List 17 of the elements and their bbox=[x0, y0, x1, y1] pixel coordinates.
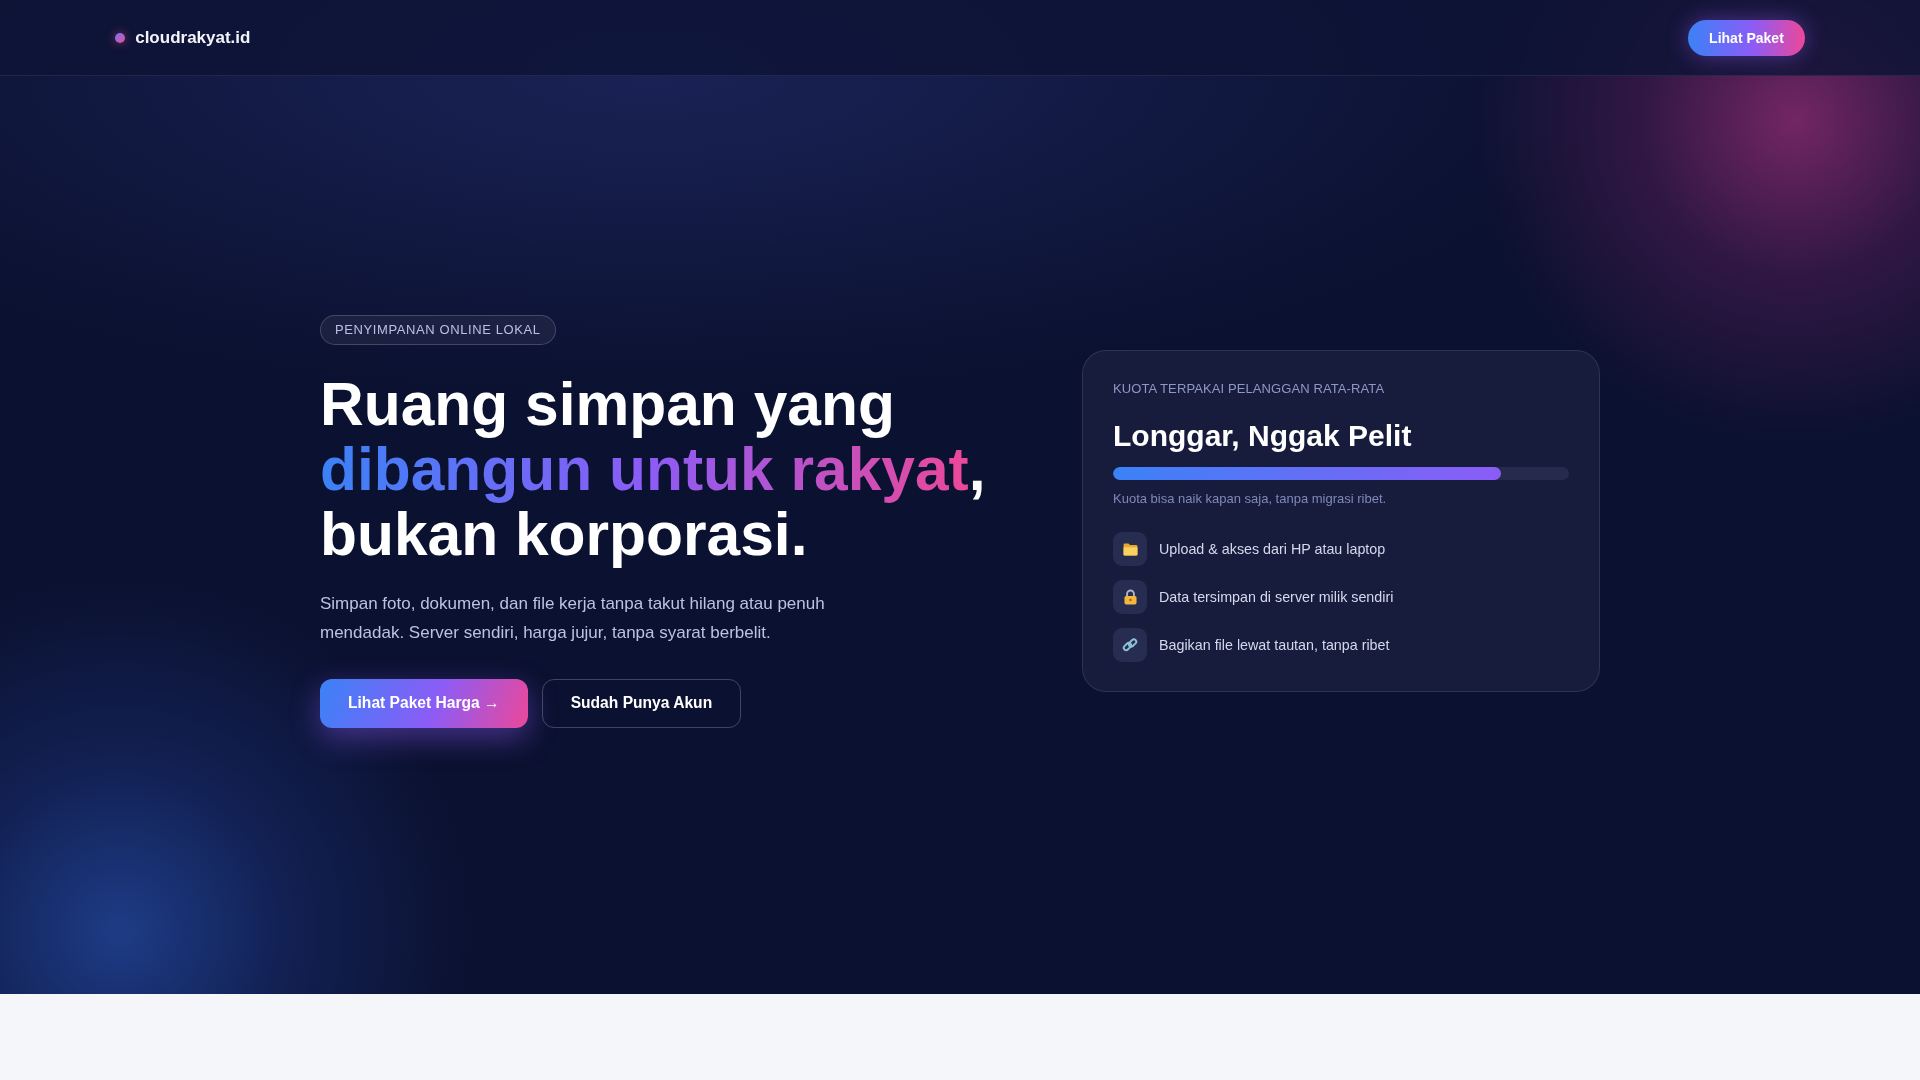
category-tag: PENYIMPANAN ONLINE LOKAL bbox=[320, 314, 556, 345]
hero-heading: Ruang simpan yang dibangun untuk rakyat, bukan korporasi. bbox=[320, 371, 986, 567]
card-label: KUOTA TERPAKAI PELANGGAN RATA-RATA bbox=[1113, 380, 1386, 397]
card-title: Longgar, Nggak Pelit bbox=[1113, 418, 1413, 454]
hero-description: Simpan foto, dokumen, dan file kerja tanpa takut hilang atau penuh mendadak. Server sendiri, harga jujur, tanpa syarat berbelit. bbox=[320, 592, 826, 644]
link-icon bbox=[1113, 628, 1147, 662]
feature-text: Bagikan file lewat tautan, tanpa ribet bbox=[1159, 637, 1390, 653]
cta-button[interactable]: Lihat Paket Harga → bbox=[320, 678, 528, 728]
view-plans-button[interactable]: Lihat Paket bbox=[1688, 19, 1805, 56]
outline-button[interactable]: Sudah Punya Akun bbox=[541, 678, 742, 728]
feature-text: Upload & akses dari HP atau laptop bbox=[1159, 541, 1386, 557]
folder-icon bbox=[1113, 532, 1147, 566]
lock-icon bbox=[1113, 580, 1147, 614]
brand-name[interactable]: cloudrakyat.id bbox=[135, 27, 251, 48]
feature-text: Data tersimpan di server milik sendiri bbox=[1159, 589, 1394, 605]
quota-note: Kuota bisa naik kapan saja, tanpa migrasi ribet. bbox=[1113, 490, 1388, 508]
logo-dot-icon bbox=[115, 32, 126, 43]
